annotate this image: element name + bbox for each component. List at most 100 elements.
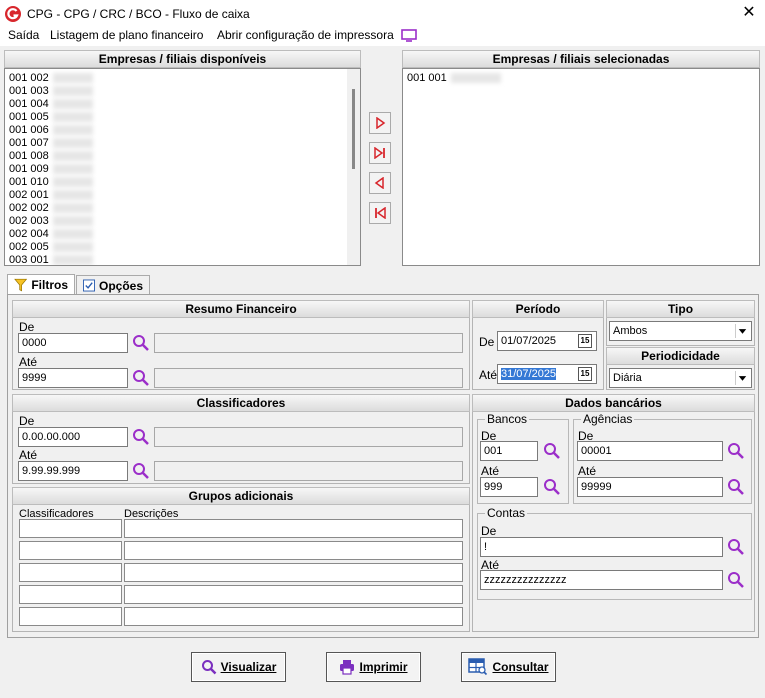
menu-item-abrir-config[interactable]: Abrir configuração de impressora bbox=[217, 28, 394, 42]
tipo-header: Tipo bbox=[606, 300, 755, 318]
list-item-code: 002 004 bbox=[9, 228, 49, 240]
list-item[interactable]: 001 008 bbox=[9, 150, 93, 163]
list-item[interactable]: 002 002 bbox=[9, 202, 93, 215]
redacted-name bbox=[52, 99, 93, 110]
list-item[interactable]: 001 007 bbox=[9, 137, 93, 150]
grupos-cell-descricao[interactable] bbox=[124, 563, 463, 582]
contas-ate-input[interactable]: zzzzzzzzzzzzzzz bbox=[480, 570, 723, 590]
search-icon[interactable] bbox=[132, 334, 150, 352]
grupos-cell-classificador[interactable] bbox=[19, 519, 122, 538]
periodo-header: Período bbox=[472, 300, 604, 318]
list-item-code: 001 001 bbox=[407, 72, 447, 84]
grupos-cell-classificador[interactable] bbox=[19, 541, 122, 560]
imprimir-button[interactable]: Imprimir bbox=[326, 652, 421, 682]
grupos-cell-descricao[interactable] bbox=[124, 519, 463, 538]
contas-de-input[interactable]: ! bbox=[480, 537, 723, 557]
list-item[interactable]: 002 004 bbox=[9, 228, 93, 241]
search-icon[interactable] bbox=[727, 538, 745, 556]
list-item-code: 001 002 bbox=[9, 72, 49, 84]
grupos-cell-classificador[interactable] bbox=[19, 585, 122, 604]
bancos-ate-input[interactable]: 999 bbox=[480, 477, 538, 497]
grupos-cell-descricao[interactable] bbox=[124, 585, 463, 604]
grupos-cell-classificador[interactable] bbox=[19, 563, 122, 582]
redacted-name bbox=[52, 151, 93, 162]
available-scrollbar[interactable] bbox=[347, 69, 360, 265]
move-all-left-button[interactable] bbox=[369, 202, 391, 224]
list-item[interactable]: 002 001 bbox=[9, 189, 93, 202]
redacted-name bbox=[52, 138, 93, 149]
redacted-name bbox=[52, 216, 93, 227]
redacted-name bbox=[52, 125, 93, 136]
list-item[interactable]: 001 009 bbox=[9, 163, 93, 176]
list-item[interactable]: 001 005 bbox=[9, 111, 93, 124]
search-icon[interactable] bbox=[543, 442, 561, 460]
search-icon[interactable] bbox=[132, 369, 150, 387]
list-item[interactable]: 001 006 bbox=[9, 124, 93, 137]
move-left-button[interactable] bbox=[369, 172, 391, 194]
search-icon[interactable] bbox=[132, 462, 150, 480]
contas-de-label: De bbox=[481, 524, 497, 538]
list-item-code: 002 002 bbox=[9, 202, 49, 214]
resumo-de-input[interactable]: 0000 bbox=[18, 333, 128, 353]
contas-legend: Contas bbox=[485, 506, 528, 520]
search-icon[interactable] bbox=[727, 571, 745, 589]
grupos-cell-descricao[interactable] bbox=[124, 607, 463, 626]
list-item[interactable]: 003 001 bbox=[9, 254, 93, 266]
redacted-name bbox=[52, 190, 93, 201]
list-item-code: 001 010 bbox=[9, 176, 49, 188]
bancos-legend: Bancos bbox=[485, 412, 530, 426]
tipo-select[interactable]: Ambos bbox=[609, 321, 752, 341]
list-item[interactable]: 001 003 bbox=[9, 85, 93, 98]
list-item[interactable]: 002 005 bbox=[9, 241, 93, 254]
monitor-icon[interactable] bbox=[401, 29, 417, 42]
bancos-de-input[interactable]: 001 bbox=[480, 441, 538, 461]
search-icon[interactable] bbox=[132, 428, 150, 446]
classificadores-de-input[interactable]: 0.00.00.000 bbox=[18, 427, 128, 447]
calendar-icon[interactable]: 15 bbox=[578, 334, 592, 348]
classificadores-ate-input[interactable]: 9.99.99.999 bbox=[18, 461, 128, 481]
list-item[interactable]: 001 004 bbox=[9, 98, 93, 111]
tab-label: Filtros bbox=[31, 277, 68, 292]
menu-item-saida[interactable]: Saída bbox=[8, 28, 39, 42]
visualizar-button[interactable]: Visualizar bbox=[191, 652, 286, 682]
agencias-ate-input[interactable]: 99999 bbox=[577, 477, 723, 497]
periodo-de-label: De bbox=[479, 335, 495, 349]
list-item-code: 002 003 bbox=[9, 215, 49, 227]
agencias-de-input[interactable]: 00001 bbox=[577, 441, 723, 461]
redacted-name bbox=[52, 203, 93, 214]
grupos-cell-classificador[interactable] bbox=[19, 607, 122, 626]
close-button[interactable]: ✕ bbox=[736, 2, 762, 26]
consultar-label: Consultar bbox=[492, 660, 549, 674]
resumo-ate-label: Até bbox=[19, 355, 38, 369]
resumo-ate-input[interactable]: 9999 bbox=[18, 368, 128, 388]
consultar-button[interactable]: Consultar bbox=[461, 652, 556, 682]
grupos-cell-descricao[interactable] bbox=[124, 541, 463, 560]
scroll-thumb[interactable] bbox=[352, 89, 355, 169]
calendar-icon[interactable]: 15 bbox=[578, 367, 592, 381]
search-icon[interactable] bbox=[727, 442, 745, 460]
periodicidade-select[interactable]: Diária bbox=[609, 368, 752, 388]
search-icon[interactable] bbox=[543, 478, 561, 496]
printer-icon bbox=[340, 660, 355, 675]
tab-filtros[interactable]: Filtros bbox=[7, 274, 75, 294]
available-list[interactable]: 001 002 001 003 001 004 001 005 001 006 … bbox=[4, 68, 361, 266]
list-item-code: 003 001 bbox=[9, 254, 49, 266]
selected-list[interactable]: 001 001 bbox=[402, 68, 760, 266]
redacted-name bbox=[52, 112, 93, 123]
move-right-button[interactable] bbox=[369, 112, 391, 134]
move-all-right-button[interactable] bbox=[369, 142, 391, 164]
redacted-name bbox=[52, 86, 93, 97]
resumo-ate-description bbox=[154, 368, 463, 388]
list-item[interactable]: 002 003 bbox=[9, 215, 93, 228]
available-header: Empresas / filiais disponíveis bbox=[4, 50, 361, 68]
list-item-code: 001 003 bbox=[9, 85, 49, 97]
redacted-name bbox=[52, 73, 93, 84]
list-item[interactable]: 001 010 bbox=[9, 176, 93, 189]
search-icon[interactable] bbox=[727, 478, 745, 496]
agencias-ate-label: Até bbox=[578, 464, 597, 478]
list-item[interactable]: 001 002 bbox=[9, 72, 93, 85]
list-item[interactable]: 001 001 bbox=[407, 72, 501, 85]
tab-opcoes[interactable]: Opções bbox=[76, 275, 150, 295]
menu-item-listagem[interactable]: Listagem de plano financeiro bbox=[50, 28, 203, 42]
tab-label: Opções bbox=[98, 278, 143, 293]
